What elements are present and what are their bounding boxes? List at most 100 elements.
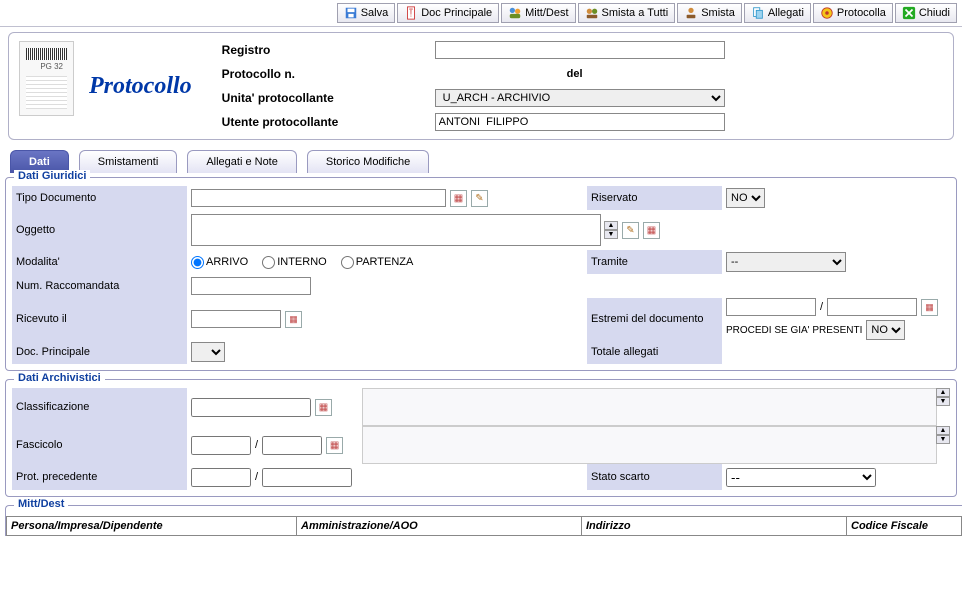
mitt-dest-label: Mitt/Dest	[525, 7, 568, 19]
classificazione-lookup-icon[interactable]	[315, 399, 332, 416]
salva-button[interactable]: Salva	[337, 3, 396, 23]
doc-principale-label: Doc. Principale	[12, 340, 187, 364]
slash: /	[255, 471, 258, 483]
protocollo-n-label: Protocollo n.	[222, 67, 427, 81]
document-thumbnail: PG 32	[19, 41, 74, 116]
class-up-icon[interactable]: ▲	[936, 388, 950, 397]
utente-input[interactable]	[435, 113, 725, 131]
radio-arrivo[interactable]	[191, 256, 204, 269]
del-label: del	[567, 68, 583, 80]
prot-precedente-label: Prot. precedente	[12, 464, 187, 490]
tramite-select[interactable]: --	[726, 252, 846, 272]
riservato-label: Riservato	[587, 186, 722, 210]
col-indirizzo: Indirizzo	[582, 517, 847, 536]
num-raccomandata-label: Num. Raccomandata	[12, 274, 187, 298]
utente-label: Utente protocollante	[222, 115, 427, 129]
fascicolo-b-input[interactable]	[262, 436, 322, 455]
fascicolo-lookup-icon[interactable]	[326, 437, 343, 454]
registro-input[interactable]	[435, 41, 725, 59]
prot-prec-a-input[interactable]	[191, 468, 251, 487]
mitt-dest-table: Persona/Impresa/Dipendente Amministrazio…	[6, 516, 962, 536]
ricevuto-label: Ricevuto il	[12, 298, 187, 340]
col-amministrazione: Amministrazione/AOO	[297, 517, 582, 536]
modalita-label: Modalita'	[12, 250, 187, 274]
oggetto-up-icon[interactable]: ▲	[604, 221, 618, 230]
save-icon	[344, 6, 358, 20]
estremi-a-input[interactable]	[726, 298, 816, 316]
header-panel: PG 32 Protocollo Registro Protocollo n. …	[8, 32, 954, 140]
smista-tutti-label: Smista a Tutti	[602, 7, 669, 19]
fasc-up-icon[interactable]: ▲	[936, 426, 950, 435]
oggetto-textarea[interactable]	[191, 214, 601, 246]
mitt-dest-button[interactable]: Mitt/Dest	[501, 3, 575, 23]
section-mitt-dest: Mitt/Dest Persona/Impresa/Dipendente Amm…	[5, 505, 962, 536]
partenza-label: PARTENZA	[356, 256, 414, 268]
prot-prec-b-input[interactable]	[262, 468, 352, 487]
smista-button[interactable]: Smista	[677, 3, 742, 23]
class-down-icon[interactable]: ▼	[936, 397, 950, 406]
oggetto-lookup-icon[interactable]	[643, 222, 660, 239]
dati-archivistici-title: Dati Archivistici	[14, 372, 105, 384]
chiudi-label: Chiudi	[919, 7, 950, 19]
estremi-label: Estremi del documento	[587, 298, 722, 340]
tramite-label: Tramite	[587, 250, 722, 274]
smista-label: Smista	[701, 7, 735, 19]
app-title: Protocollo	[89, 73, 192, 100]
allegati-button[interactable]: Allegati	[744, 3, 811, 23]
classificazione-input[interactable]	[191, 398, 311, 417]
fascicolo-a-input[interactable]	[191, 436, 251, 455]
doc-principale-select[interactable]	[191, 342, 225, 362]
tipo-doc-clear-icon[interactable]	[471, 190, 488, 207]
chiudi-button[interactable]: Chiudi	[895, 3, 957, 23]
modalita-interno[interactable]: INTERNO	[262, 256, 327, 269]
modalita-partenza[interactable]: PARTENZA	[341, 256, 414, 269]
stato-scarto-select[interactable]: --	[726, 468, 876, 487]
procedi-label: PROCEDI SE GIA' PRESENTI	[726, 325, 862, 336]
classificazione-textarea[interactable]	[362, 388, 937, 426]
unita-select[interactable]: U_ARCH - ARCHIVIO	[435, 89, 725, 107]
radio-interno[interactable]	[262, 256, 275, 269]
arrivo-label: ARRIVO	[206, 256, 248, 268]
slash: /	[820, 301, 823, 313]
tab-smistamenti[interactable]: Smistamenti	[79, 150, 178, 173]
tabs: Dati Smistamenti Allegati e Note Storico…	[0, 150, 962, 173]
smista-tutti-icon	[585, 6, 599, 20]
num-raccomandata-input[interactable]	[191, 277, 311, 295]
procedi-select[interactable]: NO	[866, 320, 905, 340]
smista-icon	[684, 6, 698, 20]
oggetto-label: Oggetto	[12, 210, 187, 250]
smista-tutti-button[interactable]: Smista a Tutti	[578, 3, 676, 23]
ricevuto-calendar-icon[interactable]	[285, 311, 302, 328]
oggetto-down-icon[interactable]: ▼	[604, 230, 618, 239]
salva-label: Salva	[361, 7, 389, 19]
fascicolo-label: Fascicolo	[12, 426, 187, 464]
col-codice-fiscale: Codice Fiscale	[847, 517, 962, 536]
mitt-dest-title: Mitt/Dest	[14, 498, 68, 510]
oggetto-edit-icon[interactable]	[622, 222, 639, 239]
unita-label: Unita' protocollante	[222, 91, 427, 105]
registro-label: Registro	[222, 43, 427, 57]
ricevuto-input[interactable]	[191, 310, 281, 328]
estremi-calendar-icon[interactable]	[921, 299, 938, 316]
tab-storico[interactable]: Storico Modifiche	[307, 150, 429, 173]
doc-principale-button[interactable]: ! Doc Principale	[397, 3, 499, 23]
estremi-b-input[interactable]	[827, 298, 917, 316]
tab-allegati-note[interactable]: Allegati e Note	[187, 150, 297, 173]
slash: /	[255, 439, 258, 451]
dati-giuridici-title: Dati Giuridici	[14, 170, 90, 182]
protocolla-button[interactable]: Protocolla	[813, 3, 893, 23]
svg-text:!: !	[410, 9, 412, 19]
thumb-page: PG 32	[40, 62, 63, 71]
close-icon	[902, 6, 916, 20]
tipo-documento-label: Tipo Documento	[12, 186, 187, 210]
tipo-doc-lookup-icon[interactable]	[450, 190, 467, 207]
fascicolo-textarea[interactable]	[362, 426, 937, 464]
riservato-select[interactable]: NO	[726, 188, 765, 208]
modalita-arrivo[interactable]: ARRIVO	[191, 256, 248, 269]
stato-scarto-label: Stato scarto	[587, 464, 722, 490]
section-dati-giuridici: Dati Giuridici Tipo Documento Riservato …	[5, 177, 957, 371]
tipo-documento-input[interactable]	[191, 189, 446, 207]
toolbar: Salva ! Doc Principale Mitt/Dest Smista …	[0, 0, 962, 27]
radio-partenza[interactable]	[341, 256, 354, 269]
fasc-down-icon[interactable]: ▼	[936, 435, 950, 444]
